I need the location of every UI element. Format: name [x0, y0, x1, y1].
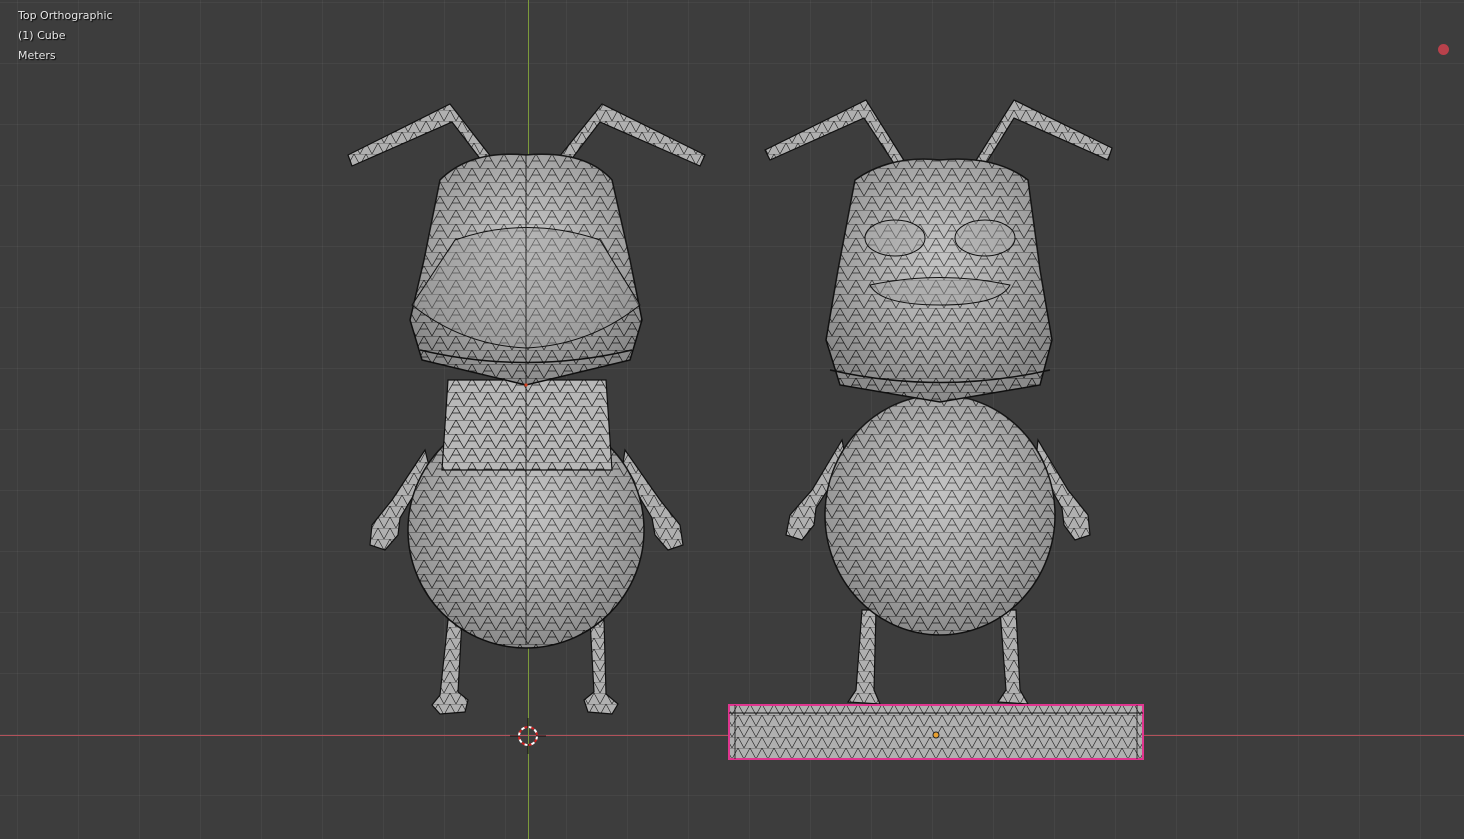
active-object-label: (1) Cube: [18, 29, 66, 42]
view-name-label: Top Orthographic: [18, 9, 113, 22]
units-label: Meters: [18, 49, 56, 62]
record-indicator-icon: [1438, 44, 1449, 55]
character-front[interactable]: [347, 103, 706, 715]
scene-meshes: [347, 99, 1144, 760]
origin-point-icon: [932, 731, 940, 739]
character-back[interactable]: [764, 99, 1113, 705]
object-origin-dot: [524, 383, 528, 387]
3d-viewport[interactable]: Top Orthographic (1) Cube Meters: [0, 0, 1464, 839]
3d-cursor-icon[interactable]: [510, 718, 546, 754]
